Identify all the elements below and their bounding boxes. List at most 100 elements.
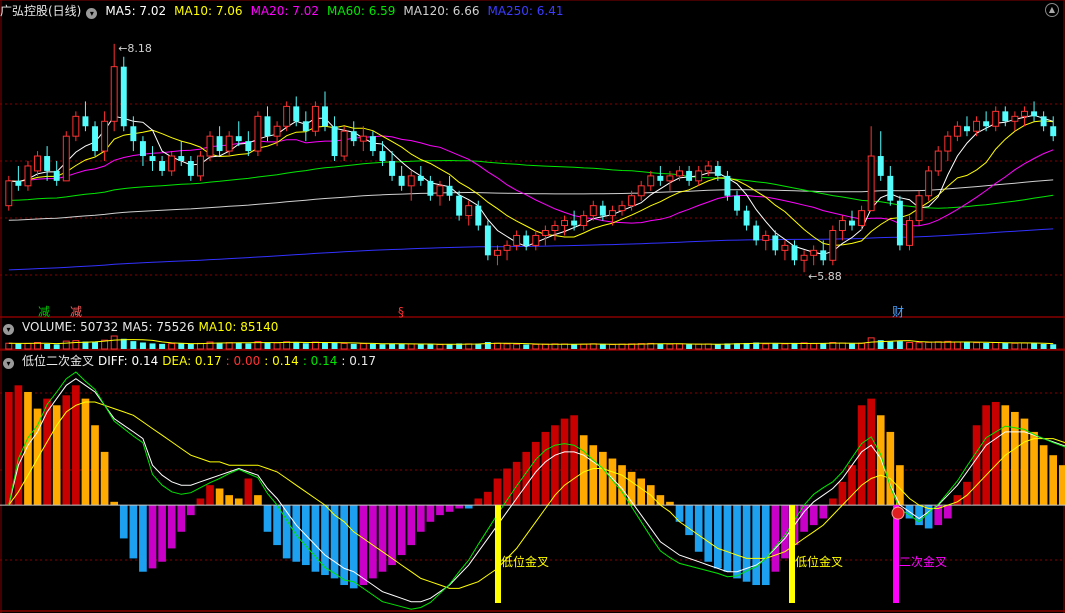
volume-bar [983, 342, 990, 349]
candle-body [896, 200, 903, 246]
candle-body [216, 136, 223, 152]
macd-histogram-bar [158, 505, 166, 562]
volume-bar [695, 343, 703, 350]
macd-histogram-bar [225, 495, 234, 506]
macd-histogram-bar [560, 418, 569, 506]
volume-bar [532, 343, 540, 350]
volume-bar [120, 338, 127, 349]
volume-bar [235, 342, 242, 349]
volume-bar [178, 343, 185, 349]
candle-body [523, 235, 530, 246]
volume-bar [493, 342, 501, 350]
volume-bar [311, 341, 319, 350]
candle-body [743, 210, 750, 226]
macd-histogram-bar [33, 408, 42, 506]
candle-body [1020, 110, 1028, 117]
macd-histogram-bar [943, 505, 952, 519]
ma5-line [8, 114, 1054, 255]
volume-bar [608, 344, 616, 350]
candle-body [953, 125, 961, 137]
ma20-line [8, 135, 1054, 227]
candle-body [877, 156, 884, 176]
volume-bar [887, 341, 894, 349]
candle-body [858, 210, 866, 227]
collapse-volume-icon[interactable]: ▾ [3, 324, 14, 335]
candle-body [235, 136, 242, 142]
macd-histogram-bar [531, 441, 540, 506]
expand-icon[interactable]: ▲ [1045, 3, 1059, 17]
collapse-indicator-icon[interactable]: ▾ [3, 358, 14, 369]
candle-body [139, 141, 146, 157]
candle-body [456, 195, 463, 216]
volume-bar [1031, 343, 1038, 349]
candle-body [264, 116, 271, 137]
macd-histogram-bar [848, 465, 856, 506]
candle-body [5, 180, 13, 207]
volume-bar [359, 343, 367, 350]
macd-histogram-bar [282, 505, 291, 559]
candle-body [580, 215, 588, 227]
volume-bar [1040, 343, 1047, 349]
candle-body [934, 150, 942, 172]
volume-bar [666, 343, 674, 350]
candle-body [302, 121, 309, 132]
macd-histogram-bar [551, 425, 559, 506]
macd-histogram-bar [72, 385, 80, 506]
candle-body [589, 205, 597, 217]
volume-bar [72, 340, 80, 350]
volume-bar [446, 344, 453, 349]
candle-body [686, 170, 693, 181]
volume-bar [62, 340, 70, 350]
candle-body [446, 185, 453, 196]
macd-histogram-bar [292, 505, 301, 562]
macd-histogram-bar [311, 505, 320, 572]
macd-histogram-bar [1039, 445, 1048, 506]
candle-body [571, 220, 578, 226]
candle-body [407, 175, 415, 187]
volume-bar [110, 335, 118, 350]
candle-body [800, 254, 808, 261]
candle-body [1002, 111, 1009, 122]
ma250-line [8, 228, 1054, 271]
legend-v1: : 0.00 [225, 354, 261, 368]
macd-histogram-bar [397, 505, 406, 556]
volume-bar [273, 342, 281, 350]
macd-histogram-bar [177, 505, 186, 532]
candle-body [753, 225, 760, 241]
collapse-main-icon[interactable]: ▾ [86, 8, 98, 19]
macd-histogram-bar [167, 505, 176, 549]
ma60-line [8, 159, 1054, 209]
macd-histogram-bar [436, 505, 444, 516]
candle-body [829, 230, 837, 261]
candle-body [762, 234, 770, 241]
volume-bar [953, 341, 961, 350]
candle-body [340, 130, 348, 157]
price-high-label: ←8.18 [118, 42, 152, 55]
macd-histogram-bar [963, 481, 971, 506]
macd-histogram-bar [254, 495, 262, 506]
macd-histogram-bar [359, 505, 368, 586]
candle-body [34, 155, 42, 172]
candle-body [666, 175, 674, 182]
volume-bar [934, 341, 942, 350]
candle-body [532, 234, 540, 246]
macd-histogram-bar [733, 505, 741, 579]
candle-body [608, 210, 616, 217]
candle-body [1050, 126, 1057, 137]
volume-bar [196, 342, 204, 350]
candle-body [983, 121, 990, 127]
macd-histogram-bar [1030, 431, 1038, 506]
candle-body [149, 156, 156, 161]
volume-bar [762, 343, 770, 350]
volume-bar [293, 342, 300, 349]
candle-body [541, 230, 549, 236]
macd-histogram-bar [234, 498, 243, 506]
candle-body [168, 155, 176, 172]
candle-body [781, 244, 789, 251]
legend-volume: VOLUME: 50732 [22, 320, 119, 334]
candle-body [465, 205, 473, 217]
main-chart-header: 广弘控股(日线) ▾ MA5: 7.02 MA10: 7.06 MA20: 7.02 MA… [0, 2, 572, 20]
volume-bar [44, 343, 51, 349]
event-marker: 减 [38, 305, 50, 319]
macd-histogram-bar [522, 451, 531, 506]
